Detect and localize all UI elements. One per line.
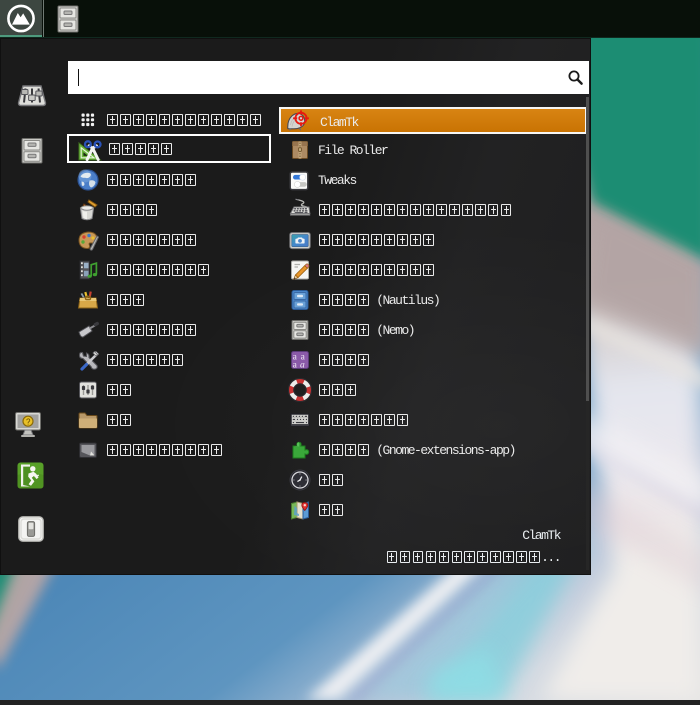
svg-text:a: a	[300, 361, 305, 371]
svg-text:?: ?	[26, 418, 31, 427]
